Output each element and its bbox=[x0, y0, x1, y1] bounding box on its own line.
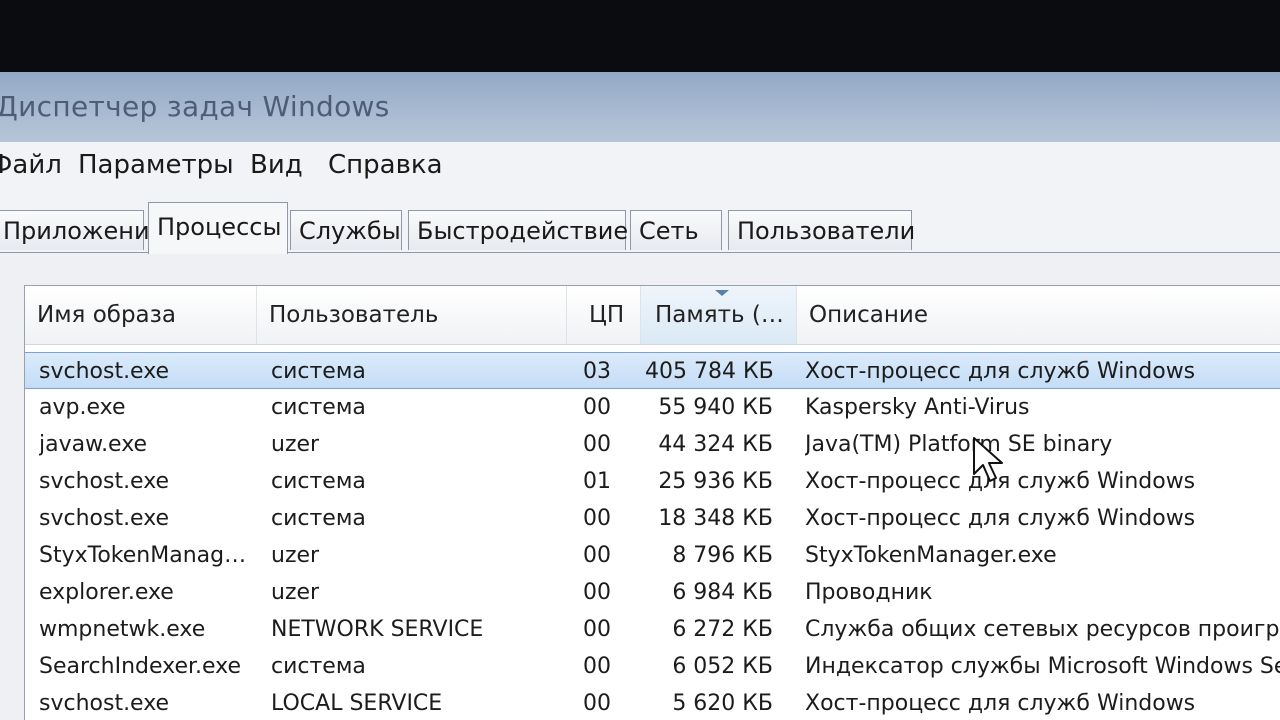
process-user: система bbox=[271, 469, 366, 494]
process-description: Хост-процесс для служб Windows bbox=[805, 359, 1196, 384]
window-title: Диспетчер задач Windows bbox=[0, 90, 390, 123]
process-memory: 405 784 КБ bbox=[645, 359, 773, 384]
process-description: Хост-процесс для служб Windows bbox=[805, 469, 1196, 494]
process-cpu: 00 bbox=[583, 432, 611, 457]
tab-processes[interactable]: Процессы bbox=[148, 202, 288, 254]
process-user: система bbox=[271, 395, 366, 420]
process-cpu: 00 bbox=[583, 395, 611, 420]
process-description: Хост-процесс для служб Windows bbox=[805, 506, 1196, 531]
process-user: uzer bbox=[271, 432, 320, 457]
task-manager-window: Диспетчер задач Windows Файл Параметры В… bbox=[0, 72, 1280, 720]
process-description: Проводник bbox=[805, 580, 933, 605]
process-description: Служба общих сетевых ресурсов проигрыв bbox=[805, 617, 1280, 642]
table-row[interactable]: SearchIndexer.exe система 00 6 052 КБ Индекс… bbox=[25, 648, 1280, 685]
process-memory: 8 796 КБ bbox=[672, 543, 773, 568]
process-cpu: 01 bbox=[583, 469, 611, 494]
process-cpu: 00 bbox=[583, 654, 611, 679]
table-row[interactable]: javaw.exe uzer 00 44 324 КБ Java(TM) Platfor… bbox=[25, 426, 1280, 463]
tab-performance[interactable]: Быстродействие bbox=[408, 210, 628, 250]
process-description: Хост-процесс для служб Windows bbox=[805, 691, 1196, 716]
table-row[interactable]: StyxTokenManag… uzer 00 8 796 КБ StyxTokenMa… bbox=[25, 537, 1280, 574]
process-memory: 18 348 КБ bbox=[658, 506, 773, 531]
menu-options[interactable]: Параметры bbox=[78, 150, 234, 180]
process-image-name: SearchIndexer.exe bbox=[39, 654, 242, 679]
column-description[interactable]: Описание bbox=[797, 286, 1280, 344]
process-image-name: javaw.exe bbox=[39, 432, 148, 457]
process-memory: 25 936 КБ bbox=[658, 469, 773, 494]
process-list[interactable]: Имя образа Пользователь ЦП Память (… Опи… bbox=[24, 285, 1280, 720]
process-user: uzer bbox=[271, 543, 320, 568]
tab-bar: Приложения Процессы Службы Быстродействи… bbox=[0, 202, 1280, 254]
process-cpu: 00 bbox=[583, 617, 611, 642]
process-description: StyxTokenManager.exe bbox=[805, 543, 1057, 568]
process-cpu: 00 bbox=[583, 506, 611, 531]
table-row[interactable]: svchost.exe система 01 25 936 КБ Хост-процес… bbox=[25, 463, 1280, 500]
table-row[interactable]: svchost.exe система 00 18 348 КБ Хост-процес… bbox=[25, 500, 1280, 537]
table-row[interactable]: avp.exe система 00 55 940 КБ Kaspersky Anti-… bbox=[25, 389, 1280, 426]
process-image-name: svchost.exe bbox=[39, 359, 170, 384]
menu-bar: Файл Параметры Вид Справка bbox=[0, 142, 1280, 203]
table-row[interactable]: wmpnetwk.exe NETWORK SERVICE 00 6 272 КБ Слу… bbox=[25, 611, 1280, 648]
column-user[interactable]: Пользователь bbox=[257, 286, 567, 344]
process-memory: 5 620 КБ bbox=[672, 691, 773, 716]
process-user: NETWORK SERVICE bbox=[271, 617, 484, 642]
process-description: Индексатор службы Microsoft Windows Sear… bbox=[805, 654, 1280, 679]
process-image-name: StyxTokenManag… bbox=[39, 543, 247, 568]
process-description: Java(TM) Platform SE binary bbox=[805, 432, 1113, 457]
menu-view[interactable]: Вид bbox=[250, 150, 303, 180]
tab-services[interactable]: Службы bbox=[290, 210, 402, 250]
process-image-name: svchost.exe bbox=[39, 506, 170, 531]
column-header-row: Имя образа Пользователь ЦП Память (… Опи… bbox=[25, 286, 1280, 345]
process-image-name: svchost.exe bbox=[39, 691, 170, 716]
process-user: система bbox=[271, 506, 366, 531]
process-cpu: 00 bbox=[583, 691, 611, 716]
process-memory: 6 984 КБ bbox=[672, 580, 773, 605]
tab-applications[interactable]: Приложения bbox=[0, 210, 164, 250]
process-image-name: wmpnetwk.exe bbox=[39, 617, 206, 642]
mouse-pointer-icon bbox=[973, 437, 1003, 482]
process-cpu: 00 bbox=[583, 580, 611, 605]
process-user: uzer bbox=[271, 580, 320, 605]
process-memory: 44 324 КБ bbox=[658, 432, 773, 457]
tab-network[interactable]: Сеть bbox=[630, 210, 722, 250]
process-user: LOCAL SERVICE bbox=[271, 691, 443, 716]
menu-help[interactable]: Справка bbox=[328, 150, 443, 180]
process-memory: 6 272 КБ bbox=[672, 617, 773, 642]
table-row[interactable]: svchost.exe система 03 405 784 КБ Хост-проце… bbox=[25, 352, 1280, 389]
menu-file[interactable]: Файл bbox=[0, 150, 62, 180]
process-cpu: 03 bbox=[583, 359, 611, 384]
process-cpu: 00 bbox=[583, 543, 611, 568]
process-image-name: svchost.exe bbox=[39, 469, 170, 494]
process-user: система bbox=[271, 654, 366, 679]
column-cpu[interactable]: ЦП bbox=[567, 286, 641, 344]
tab-users[interactable]: Пользователи bbox=[728, 210, 915, 250]
sort-descending-icon bbox=[715, 290, 729, 296]
process-description: Kaspersky Anti-Virus bbox=[805, 395, 1030, 420]
process-memory: 6 052 КБ bbox=[672, 654, 773, 679]
processes-panel: Имя образа Пользователь ЦП Память (… Опи… bbox=[0, 252, 1280, 720]
process-user: система bbox=[271, 359, 366, 384]
process-image-name: avp.exe bbox=[39, 395, 126, 420]
process-image-name: explorer.exe bbox=[39, 580, 174, 605]
column-image-name[interactable]: Имя образа bbox=[25, 286, 257, 344]
title-bar[interactable]: Диспетчер задач Windows bbox=[0, 72, 1280, 142]
process-memory: 55 940 КБ bbox=[658, 395, 773, 420]
table-row[interactable]: svchost.exe LOCAL SERVICE 00 5 620 КБ Хост-п… bbox=[25, 685, 1280, 720]
table-row[interactable]: explorer.exe uzer 00 6 984 КБ Проводник bbox=[25, 574, 1280, 611]
